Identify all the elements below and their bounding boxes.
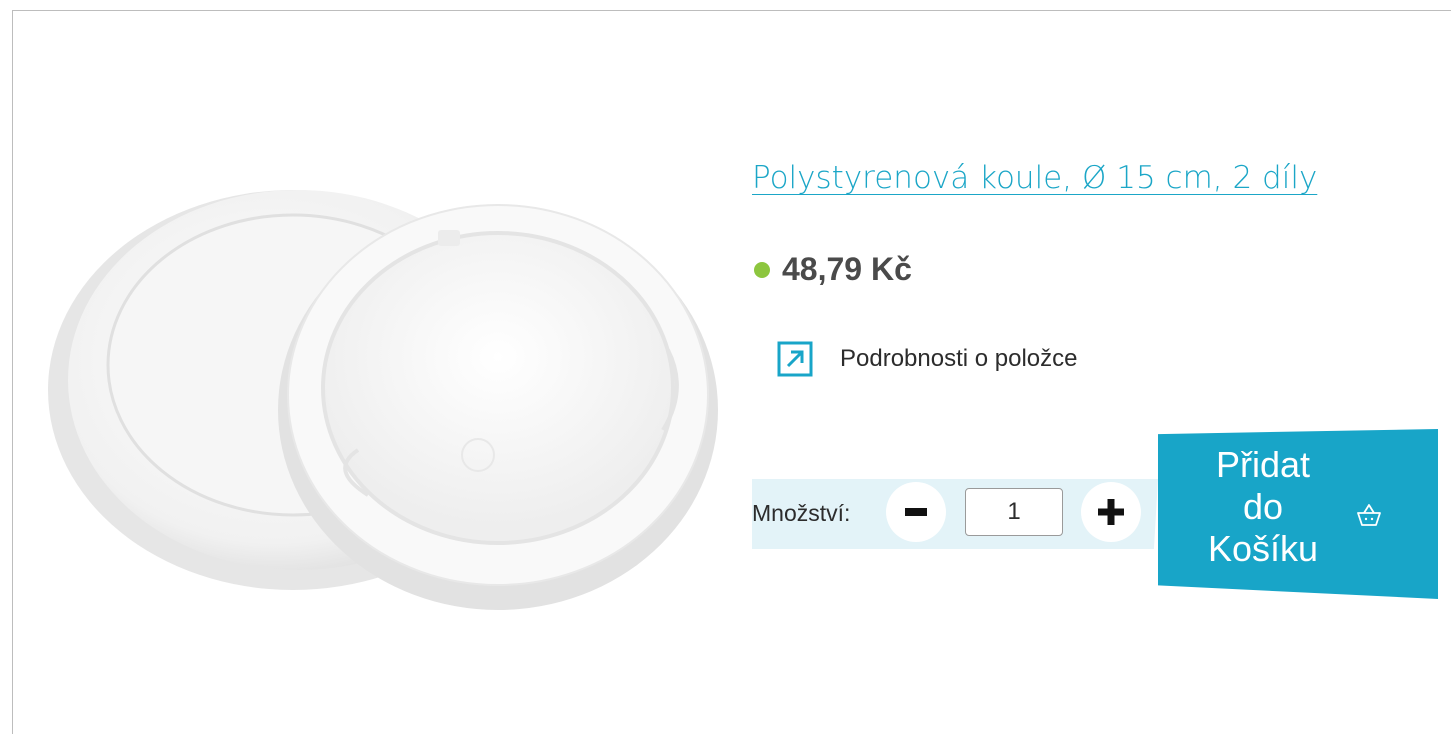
quantity-decrease-button[interactable] [886,482,946,542]
price-row: 48,79 Kč [754,251,912,288]
quantity-label: Množství: [752,500,851,526]
add-to-cart-button[interactable]: Přidat do Košíku [1158,429,1438,599]
add-to-cart-label[interactable]: Přidat do Košíku [1158,444,1368,570]
stock-indicator-dot [754,261,770,278]
quantity-input[interactable] [965,488,1063,536]
external-link-arrow-icon[interactable] [776,340,814,378]
product-image[interactable] [28,150,728,620]
item-details-label[interactable]: Podrobnosti o položce [840,345,1078,373]
add-to-cart-line-1[interactable]: Přidat [1158,444,1368,486]
add-to-cart-line-2[interactable]: do [1158,486,1368,528]
quantity-increase-button[interactable] [1081,482,1141,542]
product-price: 48,79 Kč [782,251,912,287]
plus-icon [1098,499,1124,525]
item-details-link[interactable]: Podrobnosti o položce [776,340,1078,378]
product-title-link[interactable]: Polystyrenová koule, Ø 15 cm, 2 díly [752,160,1317,196]
add-to-cart-line-3[interactable]: Košíku [1158,528,1368,570]
minus-icon [905,508,927,516]
shopping-basket-icon[interactable] [1355,502,1383,528]
